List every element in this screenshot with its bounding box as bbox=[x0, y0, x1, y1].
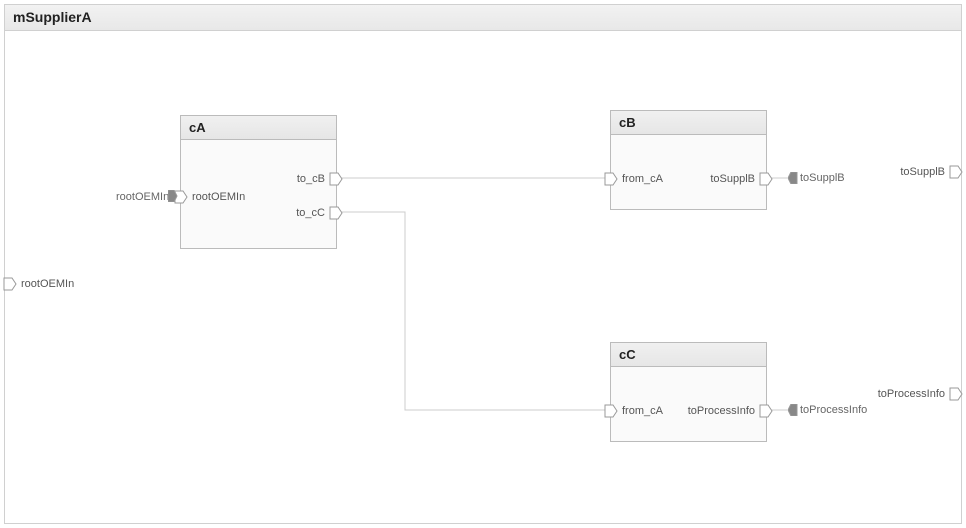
cC-out-toProcessInfo[interactable]: toProcessInfo bbox=[688, 404, 773, 418]
cA-out-to_cC[interactable]: to_cC bbox=[296, 206, 343, 220]
port-label: toSupplB bbox=[900, 166, 945, 178]
cA-in-rootOEMIn[interactable]: rootOEMIn bbox=[174, 190, 245, 204]
frame-out-toProcessInfo[interactable]: toProcessInfo bbox=[878, 387, 963, 401]
block-cB[interactable]: cB from_cA toSupplB bbox=[610, 110, 767, 210]
ext-label-rootOEMIn: rootOEMIn bbox=[116, 191, 169, 203]
stub-cA-in bbox=[168, 190, 178, 202]
block-cC[interactable]: cC from_cA toProcessInfo bbox=[610, 342, 767, 442]
block-title: cA bbox=[181, 116, 336, 140]
port-label: from_cA bbox=[622, 405, 663, 417]
wires-layer bbox=[5, 5, 963, 525]
cC-in-from_cA[interactable]: from_cA bbox=[604, 404, 663, 418]
block-title: cC bbox=[611, 343, 766, 367]
port-label: toProcessInfo bbox=[878, 388, 945, 400]
port-label: to_cC bbox=[296, 207, 325, 219]
block-title: cB bbox=[611, 111, 766, 135]
stub-cB-out bbox=[788, 172, 798, 184]
ext-label-toProcessInfo: toProcessInfo bbox=[800, 404, 867, 416]
port-label: toSupplB bbox=[710, 173, 755, 185]
frame-out-toSupplB[interactable]: toSupplB bbox=[900, 165, 963, 179]
port-label: rootOEMIn bbox=[192, 191, 245, 203]
port-label: from_cA bbox=[622, 173, 663, 185]
frame-in-rootOEMIn[interactable]: rootOEMIn bbox=[3, 277, 74, 291]
port-label: rootOEMIn bbox=[21, 278, 74, 290]
diagram-frame: mSupplierA rootOEMIn toSupplB toProcessI… bbox=[4, 4, 962, 524]
cB-in-from_cA[interactable]: from_cA bbox=[604, 172, 663, 186]
block-cA[interactable]: cA rootOEMIn to_cB to_cC bbox=[180, 115, 337, 249]
cB-out-toSupplB[interactable]: toSupplB bbox=[710, 172, 773, 186]
stub-cC-out bbox=[788, 404, 798, 416]
port-label: toProcessInfo bbox=[688, 405, 755, 417]
ext-label-toSupplB: toSupplB bbox=[800, 172, 845, 184]
cA-out-to_cB[interactable]: to_cB bbox=[297, 172, 343, 186]
frame-title: mSupplierA bbox=[5, 5, 961, 31]
port-label: to_cB bbox=[297, 173, 325, 185]
